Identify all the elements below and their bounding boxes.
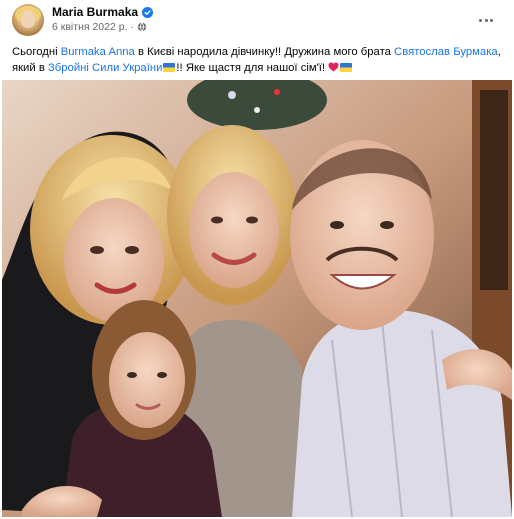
text-part: який в <box>12 62 48 74</box>
post-date[interactable]: 6 квітня 2022 р. <box>52 21 128 33</box>
red-heart-icon <box>328 61 339 72</box>
verified-badge-icon <box>142 6 154 18</box>
text-part: Сьогодні <box>12 46 61 58</box>
more-options-icon[interactable] <box>476 10 496 30</box>
author-avatar[interactable] <box>12 4 44 36</box>
ukraine-flag-icon <box>340 63 353 72</box>
ukraine-flag-icon <box>163 63 176 72</box>
photo-illustration <box>2 80 512 517</box>
text-part: , <box>497 46 501 58</box>
mention-burmaka-anna[interactable]: Burmaka Anna <box>61 46 135 58</box>
post-text: Сьогодні Burmaka Anna в Києві народила д… <box>12 44 502 76</box>
meta-separator: · <box>130 21 135 33</box>
post-photo[interactable] <box>2 80 512 517</box>
mention-armed-forces[interactable]: Збройні Сили України <box>48 62 162 74</box>
post-meta: 6 квітня 2022 р. · <box>52 21 147 33</box>
post-header: Maria Burmaka 6 квітня 2022 р. · <box>12 4 502 38</box>
author-name[interactable]: Maria Burmaka <box>52 5 138 19</box>
facebook-post: Maria Burmaka 6 квітня 2022 р. · Сьогодн… <box>0 0 514 519</box>
avatar-face <box>21 11 35 28</box>
text-part: !! Яке щастя для нашої сім'ї! <box>176 62 326 74</box>
author-name-row: Maria Burmaka <box>52 5 154 19</box>
mention-sviatoslav-burmaka[interactable]: Святослав Бурмака <box>394 46 498 58</box>
globe-icon <box>137 22 147 32</box>
text-part: в Києві народила дівчинку!! Дружина мого… <box>134 46 395 58</box>
